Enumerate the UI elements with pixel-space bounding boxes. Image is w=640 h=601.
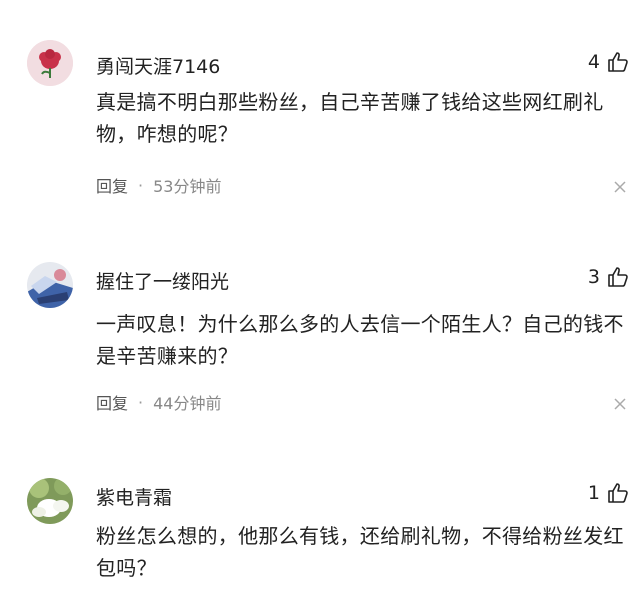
comment-text: 一声叹息！为什么那么多的人去信一个陌生人？自己的钱不是辛苦赚来的？ [96,312,624,368]
comment-meta: 回复 · 53分钟前 [96,173,221,197]
photo-avatar-icon [27,478,73,524]
avatar[interactable] [27,262,73,308]
photo-avatar-icon [27,262,73,308]
comment-3: 紫电青霜 1 粉丝怎么想的，他那么有钱，还给刷礼物，不得给粉丝发红包吗？ [0,435,640,601]
like-count: 4 [587,51,600,73]
reply-button[interactable]: 回复 [96,390,128,414]
timestamp: 53分钟前 [153,177,222,196]
close-icon[interactable] [614,181,626,193]
username[interactable]: 勇闯天涯7146 [96,52,220,79]
username[interactable]: 紫电青霜 [96,483,172,510]
close-icon[interactable] [614,398,626,410]
separator-dot: · [138,392,144,412]
avatar[interactable] [27,478,73,524]
comment-2: 握住了一缕阳光 3 一声叹息！为什么那么多的人去信一个陌生人？自己的钱不是辛苦赚… [0,215,640,435]
thumbs-up-icon [608,267,628,287]
like-button[interactable]: 3 [588,265,630,289]
like-button[interactable]: 4 [588,50,630,74]
timestamp: 44分钟前 [153,394,222,413]
flower-icon [27,40,73,86]
thumbs-up-icon [608,52,628,72]
comment-text: 粉丝怎么想的，他那么有钱，还给刷礼物，不得给粉丝发红包吗？ [96,524,624,580]
avatar[interactable] [27,40,73,86]
like-count: 3 [587,266,600,288]
comment-text: 真是搞不明白那些粉丝，自己辛苦赚了钱给这些网红刷礼物，咋想的呢？ [96,90,604,146]
like-count: 1 [587,482,600,504]
thumbs-up-icon [608,483,628,503]
separator-dot: · [138,175,144,195]
comment-meta: 回复 · 44分钟前 [96,390,221,414]
username[interactable]: 握住了一缕阳光 [96,267,229,294]
like-button[interactable]: 1 [588,481,630,505]
reply-button[interactable]: 回复 [96,173,128,197]
comment-1: 勇闯天涯7146 4 真是搞不明白那些粉丝，自己辛苦赚了钱给这些网红刷礼物，咋想… [0,0,640,215]
